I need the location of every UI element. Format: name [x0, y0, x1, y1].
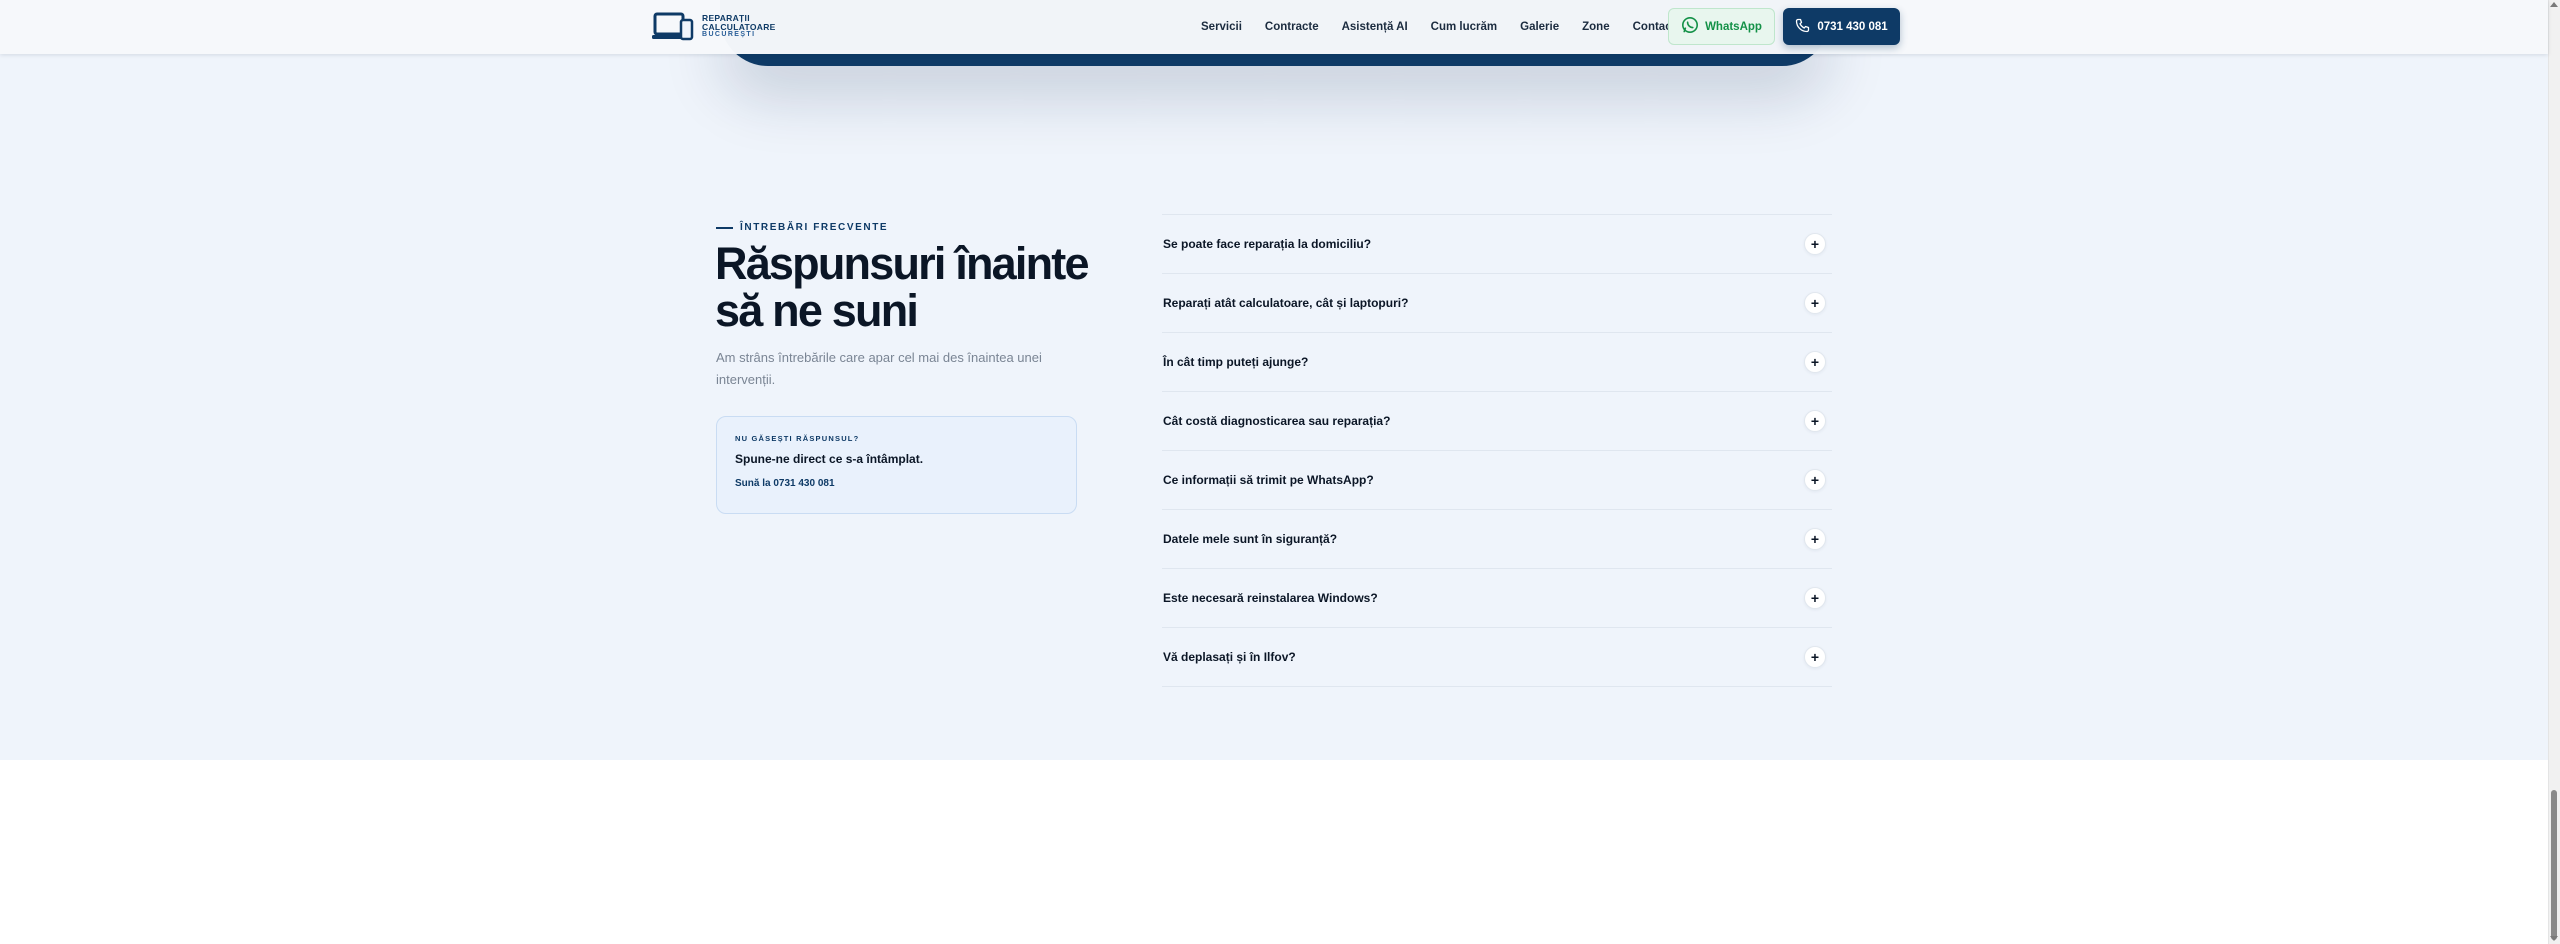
phone-label: 0731 430 081 [1817, 20, 1888, 33]
faq-question: Datele mele sunt în siguranță? [1163, 532, 1338, 546]
nav-servicii[interactable]: Servicii [1201, 21, 1242, 33]
laptop-icon [652, 11, 694, 43]
faq-item[interactable]: Datele mele sunt în siguranță? + [1162, 510, 1832, 569]
faq-item[interactable]: Reparați atât calculatoare, cât și lapto… [1162, 274, 1832, 333]
plus-icon[interactable]: + [1804, 233, 1826, 255]
nav-cum-lucram[interactable]: Cum lucrăm [1431, 21, 1497, 33]
faq-question: Se poate face reparația la domiciliu? [1163, 237, 1372, 251]
logo-line-3: BUCUREȘTI [702, 31, 756, 39]
nav-contracte[interactable]: Contracte [1265, 21, 1319, 33]
faq-item[interactable]: Vă deplasați și în Ilfov? + [1162, 628, 1832, 687]
help-card-text: Spune-ne direct ce s-a întâmplat. [735, 452, 924, 466]
scroll-down-icon[interactable] [2550, 936, 2558, 941]
scroll-up-icon[interactable] [2550, 2, 2558, 7]
plus-icon[interactable]: + [1804, 351, 1826, 373]
whatsapp-button[interactable]: WhatsApp [1668, 8, 1775, 45]
faq-list: Se poate face reparația la domiciliu? + … [1162, 214, 1832, 687]
logo[interactable]: REPARAȚII CALCULATOARE BUCUREȘTI [652, 10, 776, 44]
nav-galerie[interactable]: Galerie [1520, 21, 1559, 33]
faq-question: Reparați atât calculatoare, cât și lapto… [1163, 296, 1409, 310]
whatsapp-label: WhatsApp [1705, 20, 1762, 33]
plus-icon[interactable]: + [1804, 528, 1826, 550]
plus-icon[interactable]: + [1804, 469, 1826, 491]
whatsapp-icon [1681, 16, 1699, 37]
next-section [0, 760, 2548, 944]
plus-icon[interactable]: + [1804, 292, 1826, 314]
call-button[interactable]: 0731 430 081 [1783, 8, 1900, 45]
faq-item[interactable]: Ce informații să trimit pe WhatsApp? + [1162, 451, 1832, 510]
logo-line-2: CALCULATOARE [702, 21, 776, 32]
section-lead: Am strâns întrebările care apar cel mai … [716, 350, 1042, 387]
plus-icon[interactable]: + [1804, 410, 1826, 432]
site-header: REPARAȚII CALCULATOARE BUCUREȘTI Servici… [0, 0, 2548, 54]
phone-icon [1795, 18, 1810, 36]
plus-icon[interactable]: + [1804, 646, 1826, 668]
section-eyebrow: ÎNTREBĂRI FRECVENTE [716, 222, 888, 233]
plus-icon[interactable]: + [1804, 587, 1826, 609]
faq-question: Ce informații să trimit pe WhatsApp? [1163, 473, 1374, 487]
eyebrow-text: ÎNTREBĂRI FRECVENTE [740, 222, 889, 233]
help-card: NU GĂSEȘTI RĂSPUNSUL? Spune-ne direct ce… [716, 416, 1077, 514]
nav-zone[interactable]: Zone [1582, 21, 1609, 33]
nav-asistenta-ai[interactable]: Asistență AI [1342, 21, 1408, 33]
section-title: Răspunsuri înainte să ne suni [715, 238, 1089, 336]
main-nav: Servicii Contracte Asistență AI Cum lucr… [1201, 0, 1675, 54]
logo-text: REPARAȚII CALCULATOARE BUCUREȘTI [702, 14, 776, 40]
faq-question: Este necesară reinstalarea Windows? [1163, 591, 1378, 605]
faq-item[interactable]: Este necesară reinstalarea Windows? + [1162, 569, 1832, 628]
faq-item[interactable]: Cât costă diagnosticarea sau reparația? … [1162, 392, 1832, 451]
help-card-kicker: NU GĂSEȘTI RĂSPUNSUL? [735, 434, 860, 443]
scrollbar-thumb[interactable] [2551, 790, 2557, 940]
eyebrow-line [716, 226, 733, 229]
faq-item[interactable]: În cât timp puteți ajunge? + [1162, 333, 1832, 392]
help-card-call-link[interactable]: Sună la 0731 430 081 [735, 478, 1058, 489]
faq-question: Vă deplasați și în Ilfov? [1163, 650, 1296, 664]
faq-question: Cât costă diagnosticarea sau reparația? [1163, 414, 1391, 428]
faq-question: În cât timp puteți ajunge? [1163, 355, 1309, 369]
faq-item[interactable]: Se poate face reparația la domiciliu? + [1162, 215, 1832, 274]
